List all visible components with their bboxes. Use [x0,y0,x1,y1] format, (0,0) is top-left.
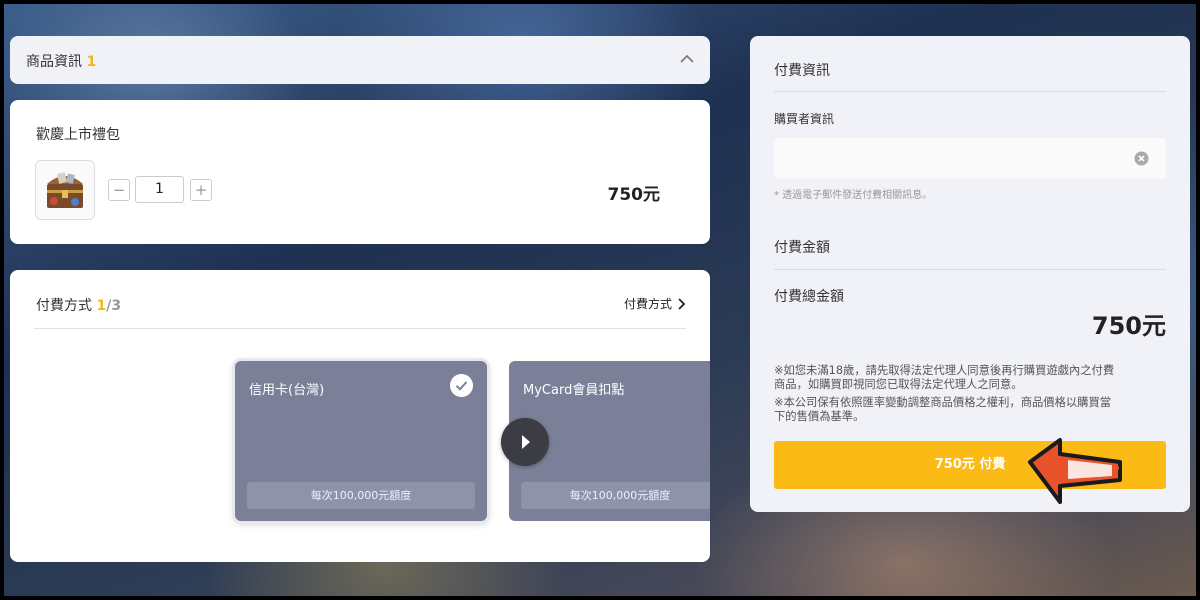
chevron-up-icon[interactable] [680,52,694,66]
total-amount-value: 750元 [1091,312,1166,340]
notice-line: 下的售價為基準。 [774,410,865,423]
pointing-arrow-icon [1028,438,1122,504]
payment-option-name: 信用卡(台灣) [249,383,325,398]
payment-method-link[interactable]: 付費方式 [624,295,686,312]
payment-method-link-label: 付費方式 [623,297,672,311]
total-amount-label: 付費總金額 [774,289,844,305]
product-card: 歡慶上市禮包 − 1 + 750元 [10,100,710,244]
product-section-header[interactable]: 商品資訊 1 [10,36,710,84]
product-section-title: 商品資訊 1 [26,51,96,71]
payment-option-limit: 每次100,000元額度 [521,482,710,509]
chevron-right-icon [678,297,686,310]
notice-line: 商品，如購買即視同您已取得法定代理人之同意。 [774,378,1023,391]
payment-method-current: 1 [96,298,107,314]
payment-option-name: MyCard會員扣點 [523,383,625,398]
quantity-decrease-button[interactable]: − [108,179,130,201]
payment-option-credit-card[interactable]: 信用卡(台灣) 每次100,000元額度 [235,361,487,521]
divider [774,269,1166,270]
product-name: 歡慶上市禮包 [36,127,120,143]
divider [34,328,686,329]
clear-input-icon[interactable] [1134,151,1149,166]
carousel-next-icon[interactable] [501,418,549,466]
product-section-title-text: 商品資訊 [26,54,82,70]
notice-line: ※如您未滿18歲，請先取得法定代理人同意後再行購買遊戲內之付費 [774,364,1115,377]
notice-line: ※本公司保有依照匯率變動調整商品價格之權利，商品價格以購買當 [774,396,1112,409]
payment-method-card: 付費方式 1/3 付費方式 信用卡(台灣) 每次100,000元額度 MyCar… [10,270,710,562]
buyer-info-label: 購買者資訊 [774,112,835,126]
payment-method-title: 付費方式 1/3 [36,295,121,315]
product-count: 1 [86,54,97,70]
treasure-chest-icon [47,172,83,208]
product-thumbnail [35,160,95,220]
divider [774,91,1166,92]
payment-amount-title: 付費金額 [774,240,830,256]
buyer-email-input[interactable] [774,138,1166,179]
payment-method-total: /3 [106,298,122,314]
quantity-input[interactable]: 1 [135,176,184,203]
product-price: 750元 [607,185,661,205]
quantity-increase-button[interactable]: + [190,179,212,201]
email-hint: * 透過電子郵件發送付費相關訊息。 [774,190,933,201]
payment-option-limit: 每次100,000元額度 [247,482,475,509]
payment-info-title: 付費資訊 [774,63,830,79]
check-icon [450,374,473,397]
payment-method-title-text: 付費方式 [36,298,92,314]
